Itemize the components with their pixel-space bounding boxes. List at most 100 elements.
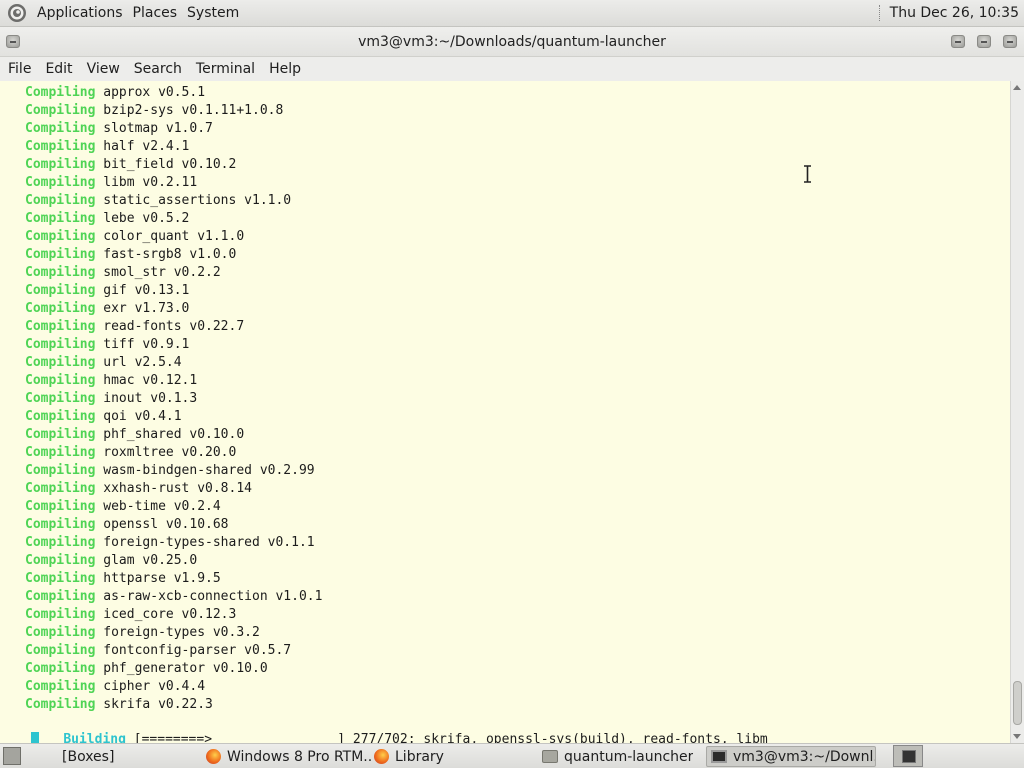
menu-view[interactable]: View <box>80 61 127 77</box>
crate-name: color_quant v1.1.0 <box>103 229 245 244</box>
compiling-keyword: Compiling <box>25 517 96 532</box>
crate-name: xxhash-rust v0.8.14 <box>103 481 252 496</box>
task-boxes[interactable]: [Boxes] <box>62 746 114 767</box>
compiling-keyword: Compiling <box>25 229 96 244</box>
crate-name: inout v0.1.3 <box>103 391 198 406</box>
terminal-line: Compiling tiff v0.9.1 <box>25 336 322 354</box>
compiling-keyword: Compiling <box>25 445 96 460</box>
terminal-line: Compiling exr v1.73.0 <box>25 300 322 318</box>
clock[interactable]: Thu Dec 26, 10:35 <box>890 5 1019 21</box>
compiling-keyword: Compiling <box>25 625 96 640</box>
terminal-line: Compiling httparse v1.9.5 <box>25 570 322 588</box>
terminal-line: Compiling fontconfig-parser v0.5.7 <box>25 642 322 660</box>
task-quantum-launcher[interactable]: quantum-launcher <box>542 746 693 767</box>
terminal-area[interactable]: Compiling approx v0.5.1 Compiling bzip2-s… <box>0 81 1010 748</box>
scrollbar-thumb[interactable] <box>1013 681 1022 725</box>
close-button[interactable] <box>1003 35 1017 48</box>
text-cursor-icon <box>804 165 811 183</box>
terminal-line: Compiling bzip2-sys v0.1.11+1.0.8 <box>25 102 322 120</box>
compiling-keyword: Compiling <box>25 535 96 550</box>
terminal-line: Compiling url v2.5.4 <box>25 354 322 372</box>
crate-name: half v2.4.1 <box>103 139 190 154</box>
crate-name: roxmltree v0.20.0 <box>103 445 237 460</box>
top-panel: Applications Places System Thu Dec 26, 1… <box>0 0 1024 27</box>
compiling-keyword: Compiling <box>25 553 96 568</box>
compiling-keyword: Compiling <box>25 427 96 442</box>
terminal-line: Compiling foreign-types-shared v0.1.1 <box>25 534 322 552</box>
vertical-scrollbar[interactable] <box>1010 81 1024 743</box>
terminal-line: Compiling phf_shared v0.10.0 <box>25 426 322 444</box>
crate-name: web-time v0.2.4 <box>103 499 221 514</box>
window-menu-icon[interactable] <box>6 35 20 48</box>
crate-name: lebe v0.5.2 <box>103 211 190 226</box>
terminal-line: Compiling openssl v0.10.68 <box>25 516 322 534</box>
crate-name: phf_generator v0.10.0 <box>103 661 268 676</box>
compiling-keyword: Compiling <box>25 193 96 208</box>
workspace-switcher-icon[interactable] <box>893 745 923 767</box>
menu-help[interactable]: Help <box>262 61 308 77</box>
compiling-keyword: Compiling <box>25 373 96 388</box>
crate-name: cipher v0.4.4 <box>103 679 206 694</box>
task-terminal[interactable]: vm3@vm3:~/Downl... <box>706 746 876 767</box>
menu-terminal[interactable]: Terminal <box>189 61 262 77</box>
compiling-keyword: Compiling <box>25 301 96 316</box>
panel-separator <box>878 5 882 21</box>
compiling-keyword: Compiling <box>25 85 96 100</box>
minimize-button[interactable] <box>951 35 965 48</box>
terminal-output: Compiling approx v0.5.1 Compiling bzip2-s… <box>25 84 322 714</box>
compiling-keyword: Compiling <box>25 265 96 280</box>
compiling-keyword: Compiling <box>25 337 96 352</box>
terminal-line: Compiling phf_generator v0.10.0 <box>25 660 322 678</box>
task-label: Library <box>395 748 444 765</box>
terminal-line: Compiling gif v0.13.1 <box>25 282 322 300</box>
window-titlebar[interactable]: vm3@vm3:~/Downloads/quantum-launcher <box>0 27 1024 57</box>
firefox-icon <box>374 749 389 764</box>
compiling-keyword: Compiling <box>25 409 96 424</box>
terminal-line: Compiling glam v0.25.0 <box>25 552 322 570</box>
maximize-button[interactable] <box>977 35 991 48</box>
task-library[interactable]: Library <box>374 746 444 767</box>
terminal-line: Compiling foreign-types v0.3.2 <box>25 624 322 642</box>
crate-name: qoi v0.4.1 <box>103 409 182 424</box>
crate-name: slotmap v1.0.7 <box>103 121 213 136</box>
terminal-line: Compiling fast-srgb8 v1.0.0 <box>25 246 322 264</box>
applications-menu[interactable]: Applications <box>32 5 128 21</box>
crate-name: glam v0.25.0 <box>103 553 198 568</box>
task-windows8[interactable]: Windows 8 Pro RTM... <box>206 746 372 767</box>
crate-name: tiff v0.9.1 <box>103 337 190 352</box>
places-menu[interactable]: Places <box>128 5 183 21</box>
crate-name: foreign-types-shared v0.1.1 <box>103 535 315 550</box>
compiling-keyword: Compiling <box>25 679 96 694</box>
menu-edit[interactable]: Edit <box>38 61 79 77</box>
terminal-line: Compiling wasm-bindgen-shared v0.2.99 <box>25 462 322 480</box>
compiling-keyword: Compiling <box>25 355 96 370</box>
compiling-keyword: Compiling <box>25 589 96 604</box>
compiling-keyword: Compiling <box>25 481 96 496</box>
menu-file[interactable]: File <box>0 61 38 77</box>
crate-name: read-fonts v0.22.7 <box>103 319 245 334</box>
scroll-down-icon[interactable] <box>1013 734 1021 739</box>
crate-name: foreign-types v0.3.2 <box>103 625 260 640</box>
system-menu[interactable]: System <box>182 5 244 21</box>
crate-name: bzip2-sys v0.1.11+1.0.8 <box>103 103 284 118</box>
terminal-line: Compiling approx v0.5.1 <box>25 84 322 102</box>
compiling-keyword: Compiling <box>25 571 96 586</box>
crate-name: libm v0.2.11 <box>103 175 198 190</box>
terminal-line: Compiling static_assertions v1.1.0 <box>25 192 322 210</box>
gnome-foot-icon[interactable] <box>7 3 27 23</box>
crate-name: smol_str v0.2.2 <box>103 265 221 280</box>
compiling-keyword: Compiling <box>25 391 96 406</box>
terminal-line: Compiling xxhash-rust v0.8.14 <box>25 480 322 498</box>
crate-name: url v2.5.4 <box>103 355 182 370</box>
task-label: vm3@vm3:~/Downl... <box>733 748 876 765</box>
scroll-up-icon[interactable] <box>1013 85 1021 90</box>
terminal-line: Compiling as-raw-xcb-connection v1.0.1 <box>25 588 322 606</box>
menu-search[interactable]: Search <box>127 61 189 77</box>
firefox-icon <box>206 749 221 764</box>
crate-name: fontconfig-parser v0.5.7 <box>103 643 292 658</box>
compiling-keyword: Compiling <box>25 499 96 514</box>
show-desktop-icon[interactable] <box>3 747 21 765</box>
compiling-keyword: Compiling <box>25 211 96 226</box>
task-label: quantum-launcher <box>564 748 694 765</box>
terminal-line: Compiling lebe v0.5.2 <box>25 210 322 228</box>
